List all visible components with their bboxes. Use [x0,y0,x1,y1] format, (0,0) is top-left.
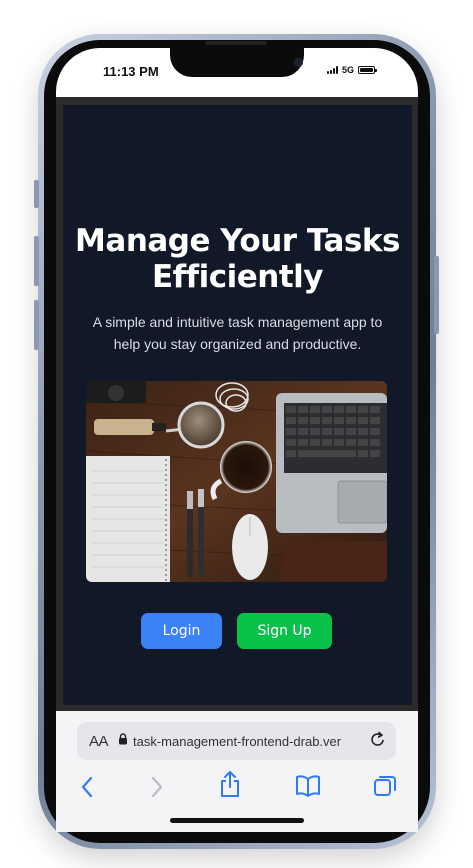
url-text: task-management-frontend-drab.ver [133,733,342,749]
reload-icon[interactable] [370,730,386,753]
chevron-left-icon[interactable] [78,773,96,806]
power-button [434,256,439,334]
lock-icon [118,732,128,750]
home-indicator [170,818,304,823]
volume-down-button [34,300,39,350]
book-icon[interactable] [295,774,321,803]
hero-subtitle: A simple and intuitive task management a… [92,314,383,352]
tabs-icon[interactable] [373,774,397,803]
earpiece-speaker [205,41,267,45]
status-time: 11:13 PM [103,64,159,79]
hero-image [86,381,387,582]
share-icon[interactable] [219,770,241,803]
signal-icon [327,66,338,74]
landing-page: Manage Your Tasks Efficiently A simple a… [63,105,412,705]
text-size-button[interactable]: AA [89,733,113,750]
notch [170,40,304,77]
volume-up-button [34,236,39,286]
address-bar[interactable]: AA task-management-frontend-drab.ver [77,722,396,760]
signup-button[interactable]: Sign Up [237,613,332,649]
front-camera [294,58,303,67]
hero-title: Manage Your Tasks Efficiently [75,223,400,295]
silent-switch [34,180,39,208]
chevron-right-icon[interactable] [148,773,166,806]
network-label: 5G [342,65,355,75]
desk-photo [86,381,387,582]
battery-icon [358,66,378,74]
login-button[interactable]: Login [141,613,222,649]
status-indicators: 5G [327,65,378,75]
